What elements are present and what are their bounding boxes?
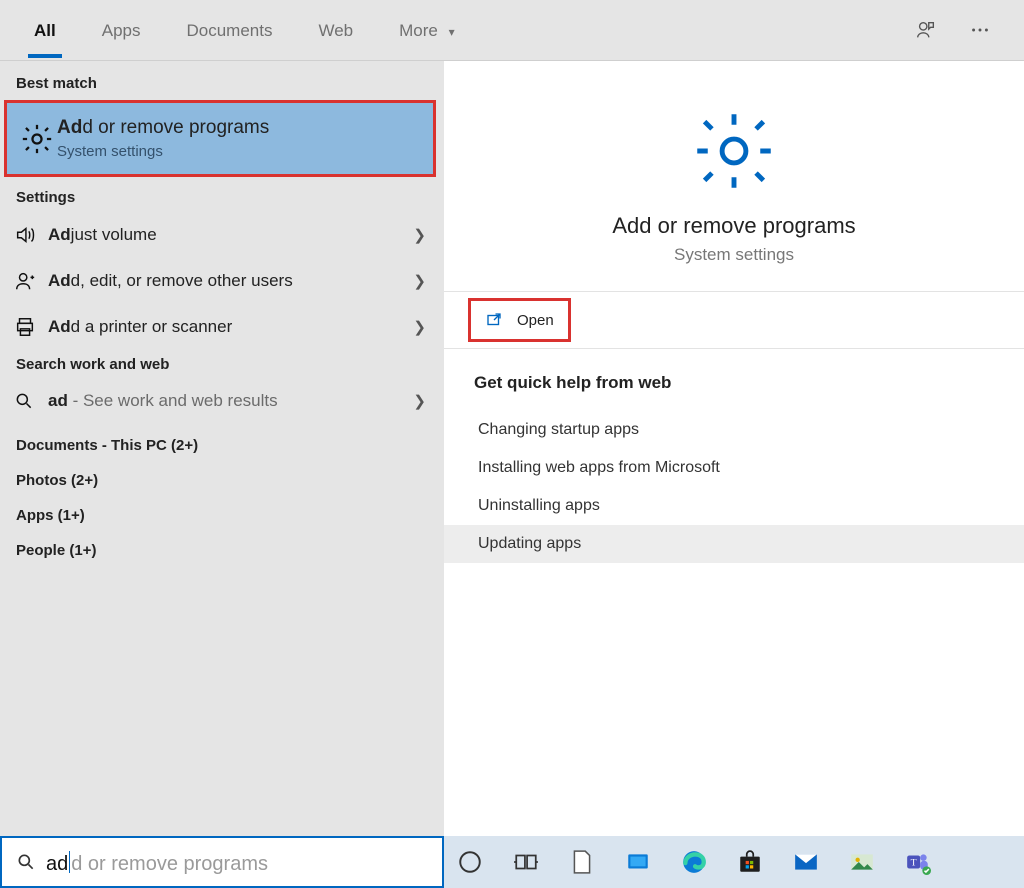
more-options-icon[interactable] bbox=[968, 18, 992, 42]
detail-subtitle: System settings bbox=[674, 245, 794, 265]
tab-all[interactable]: All bbox=[28, 3, 62, 57]
best-match-text: Add or remove programs System settings bbox=[57, 117, 269, 160]
results-list: Best match Add or remove programs System… bbox=[0, 61, 444, 836]
libreoffice-icon[interactable] bbox=[568, 848, 596, 876]
tab-apps[interactable]: Apps bbox=[96, 3, 147, 57]
section-best-match: Best match bbox=[0, 69, 444, 98]
result-label: Adjust volume bbox=[48, 225, 413, 245]
best-match-title: Add or remove programs bbox=[57, 117, 269, 139]
open-label: Open bbox=[517, 312, 554, 329]
quick-help-section: Get quick help from web Changing startup… bbox=[444, 349, 1024, 587]
help-item[interactable]: Installing web apps from Microsoft bbox=[474, 449, 994, 487]
open-button[interactable]: Open bbox=[468, 298, 571, 342]
extra-photos[interactable]: Photos (2+) bbox=[0, 458, 444, 493]
user-plus-icon bbox=[14, 270, 48, 292]
detail-header: Add or remove programs System settings bbox=[444, 61, 1024, 292]
section-settings: Settings bbox=[0, 183, 444, 212]
teams-icon[interactable]: T bbox=[904, 848, 932, 876]
help-item[interactable]: Changing startup apps bbox=[474, 411, 994, 449]
search-input[interactable]: add or remove programs bbox=[0, 836, 444, 888]
edge-icon[interactable] bbox=[680, 848, 708, 876]
tab-documents[interactable]: Documents bbox=[180, 3, 278, 57]
extra-documents[interactable]: Documents - This PC (2+) bbox=[0, 423, 444, 458]
result-label: ad - See work and web results bbox=[48, 391, 413, 411]
tab-more-label: More bbox=[399, 21, 438, 40]
footer: add or remove programs bbox=[0, 836, 1024, 888]
result-adjust-volume[interactable]: Adjust volume ❯ bbox=[0, 212, 444, 258]
gear-icon bbox=[17, 122, 57, 156]
search-ghost: d or remove programs bbox=[71, 853, 268, 876]
gear-icon bbox=[692, 109, 776, 193]
chevron-right-icon: ❯ bbox=[413, 226, 426, 244]
feedback-icon[interactable] bbox=[914, 18, 938, 42]
result-add-printer[interactable]: Add a printer or scanner ❯ bbox=[0, 304, 444, 350]
help-item[interactable]: Updating apps bbox=[444, 525, 1024, 563]
tab-more[interactable]: More ▾ bbox=[393, 3, 461, 57]
best-match-subtitle: System settings bbox=[57, 143, 269, 160]
mail-icon[interactable] bbox=[792, 848, 820, 876]
your-phone-icon[interactable] bbox=[624, 848, 652, 876]
help-item[interactable]: Uninstalling apps bbox=[474, 487, 994, 525]
chevron-right-icon: ❯ bbox=[413, 318, 426, 336]
text-caret bbox=[69, 851, 70, 873]
search-typed: ad bbox=[46, 853, 68, 876]
open-row: Open bbox=[444, 292, 1024, 349]
chevron-right-icon: ❯ bbox=[413, 392, 426, 410]
detail-title: Add or remove programs bbox=[612, 213, 855, 239]
taskbar: T bbox=[444, 836, 1024, 888]
chevron-down-icon: ▾ bbox=[449, 25, 455, 39]
result-label: Add a printer or scanner bbox=[48, 317, 413, 337]
search-topbar: All Apps Documents Web More ▾ bbox=[0, 0, 1024, 61]
search-text: add or remove programs bbox=[46, 848, 268, 876]
start-search-window: All Apps Documents Web More ▾ Be bbox=[0, 0, 1024, 888]
extra-people[interactable]: People (1+) bbox=[0, 528, 444, 563]
result-label: Add, edit, or remove other users bbox=[48, 271, 413, 291]
result-add-users[interactable]: Add, edit, or remove other users ❯ bbox=[0, 258, 444, 304]
search-icon bbox=[16, 852, 36, 872]
result-detail-pane: Add or remove programs System settings O… bbox=[444, 61, 1024, 836]
quick-help-title: Get quick help from web bbox=[474, 373, 994, 393]
scope-tabs: All Apps Documents Web More ▾ bbox=[28, 3, 914, 57]
microsoft-store-icon[interactable] bbox=[736, 848, 764, 876]
result-best-match[interactable]: Add or remove programs System settings bbox=[4, 100, 436, 177]
photos-icon[interactable] bbox=[848, 848, 876, 876]
section-search-web: Search work and web bbox=[0, 350, 444, 379]
search-content: Best match Add or remove programs System… bbox=[0, 61, 1024, 836]
volume-icon bbox=[14, 224, 48, 246]
extra-apps[interactable]: Apps (1+) bbox=[0, 493, 444, 528]
topbar-actions bbox=[914, 18, 992, 42]
tab-web[interactable]: Web bbox=[312, 3, 359, 57]
open-external-icon bbox=[485, 311, 503, 329]
cortana-icon[interactable] bbox=[456, 848, 484, 876]
result-web-search[interactable]: ad - See work and web results ❯ bbox=[0, 379, 444, 423]
task-view-icon[interactable] bbox=[512, 848, 540, 876]
printer-icon bbox=[14, 316, 48, 338]
chevron-right-icon: ❯ bbox=[413, 272, 426, 290]
search-icon bbox=[14, 391, 48, 411]
svg-text:T: T bbox=[911, 857, 917, 868]
